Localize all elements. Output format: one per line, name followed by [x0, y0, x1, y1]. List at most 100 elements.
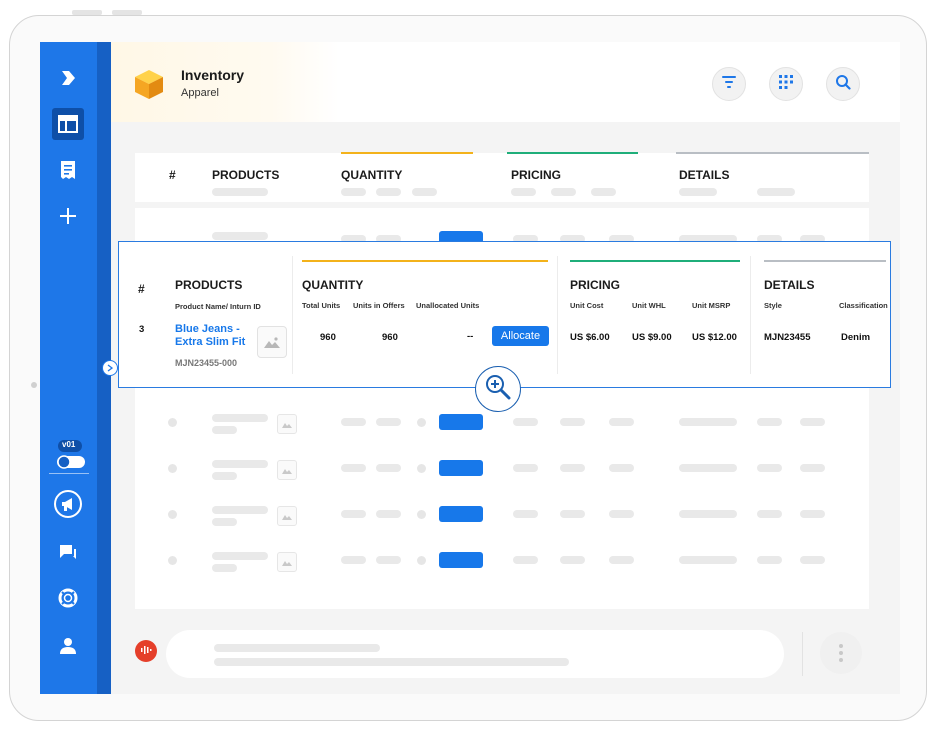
plus-icon[interactable]	[52, 200, 84, 232]
placeholder-bar	[212, 472, 237, 480]
row-dot	[168, 418, 177, 427]
placeholder-bar	[212, 460, 268, 468]
product-name-link-line2[interactable]: Extra Slim Fit	[175, 336, 245, 348]
placeholder-bar	[376, 188, 401, 196]
image-placeholder-icon	[277, 552, 297, 572]
placeholder-bar	[800, 464, 825, 472]
subheader-units-in-offers: Units in Offers	[353, 301, 405, 310]
column-header-index: #	[138, 282, 145, 296]
logo-icon[interactable]	[52, 62, 84, 94]
column-divider	[557, 256, 558, 374]
units-in-offers-value: 960	[382, 332, 398, 343]
row-dot	[168, 510, 177, 519]
placeholder-bar	[757, 188, 795, 196]
placeholder-bar	[800, 418, 825, 426]
placeholder-bar	[212, 518, 237, 526]
table-row[interactable]	[40, 506, 900, 536]
placeholder-bar	[212, 552, 268, 560]
placeholder-bar	[679, 188, 717, 196]
placeholder-bar	[560, 556, 585, 564]
details-accent	[764, 260, 886, 262]
chat-input[interactable]	[166, 630, 784, 678]
more-options-button[interactable]	[820, 632, 862, 674]
image-placeholder-icon	[277, 460, 297, 480]
search-icon	[835, 74, 851, 95]
row-dot	[168, 556, 177, 565]
placeholder-bar	[513, 556, 538, 564]
placeholder-bar	[609, 418, 634, 426]
device-button	[72, 10, 102, 15]
placeholder-bar	[757, 418, 782, 426]
quantity-accent	[302, 260, 548, 262]
column-header-quantity: QUANTITY	[302, 278, 364, 292]
classification-value: Denim	[841, 332, 871, 343]
unit-cost-value: US $6.00	[570, 332, 610, 343]
user-icon[interactable]	[52, 630, 84, 662]
table-gap	[135, 202, 869, 208]
table-row[interactable]	[40, 552, 900, 582]
allocate-placeholder[interactable]	[439, 506, 483, 522]
sidebar: v01	[40, 42, 111, 694]
voice-input-button[interactable]	[135, 640, 157, 662]
placeholder-bar	[214, 644, 380, 652]
placeholder-bar	[212, 426, 237, 434]
filter-button[interactable]	[712, 67, 746, 101]
subheader-style: Style	[764, 301, 782, 310]
chevron-right-icon	[107, 359, 114, 377]
unit-msrp-value: US $12.00	[692, 332, 737, 343]
column-divider	[750, 256, 751, 374]
subheader-unallocated-units: Unallocated Units	[416, 301, 480, 310]
placeholder-bar	[757, 464, 782, 472]
zoom-in-button[interactable]	[475, 366, 521, 412]
allocate-placeholder[interactable]	[439, 552, 483, 568]
subheader-classification: Classification	[839, 301, 888, 310]
row-dot	[168, 464, 177, 473]
expand-sidebar-button[interactable]	[102, 360, 118, 376]
grid-view-button[interactable]	[769, 67, 803, 101]
app-header: Inventory Apparel	[111, 42, 900, 122]
table-row[interactable]	[40, 414, 900, 444]
row-dot	[417, 510, 426, 519]
placeholder-bar	[212, 506, 268, 514]
subheader-unit-whl: Unit WHL	[632, 301, 666, 310]
placeholder-bar	[609, 464, 634, 472]
placeholder-bar	[560, 464, 585, 472]
placeholder-bar	[212, 564, 237, 572]
allocate-button[interactable]: Allocate	[492, 326, 549, 346]
placeholder-bar	[679, 464, 737, 472]
camera-dot	[31, 382, 37, 388]
zoomed-row-panel: # PRODUCTS QUANTITY PRICING DETAILS Prod…	[118, 241, 891, 388]
placeholder-bar	[412, 188, 437, 196]
column-divider	[292, 256, 293, 374]
column-header-details[interactable]: DETAILS	[679, 168, 729, 182]
row-index: 3	[139, 324, 145, 335]
allocate-placeholder[interactable]	[439, 460, 483, 476]
placeholder-bar	[513, 418, 538, 426]
search-button[interactable]	[826, 67, 860, 101]
column-header-pricing[interactable]: PRICING	[511, 168, 561, 182]
table-row[interactable]	[40, 460, 900, 490]
placeholder-bar	[609, 510, 634, 518]
placeholder-bar	[212, 414, 268, 422]
product-name-link[interactable]: Blue Jeans -	[175, 323, 240, 335]
placeholder-bar	[757, 510, 782, 518]
row-dot	[417, 464, 426, 473]
page-subtitle: Apparel	[181, 87, 219, 99]
column-header-quantity[interactable]: QUANTITY	[341, 168, 402, 182]
layout-icon[interactable]	[52, 108, 84, 140]
placeholder-bar	[679, 556, 737, 564]
receipt-icon[interactable]	[52, 154, 84, 186]
column-header-products[interactable]: PRODUCTS	[212, 168, 279, 182]
placeholder-bar	[376, 556, 401, 564]
row-dot	[417, 556, 426, 565]
placeholder-bar	[214, 658, 569, 666]
product-image-icon[interactable]	[257, 326, 287, 358]
page-title: Inventory	[181, 67, 245, 83]
subheader-unit-cost: Unit Cost	[570, 301, 604, 310]
allocate-placeholder[interactable]	[439, 414, 483, 430]
placeholder-bar	[513, 464, 538, 472]
placeholder-bar	[341, 510, 366, 518]
dot-icon	[839, 658, 843, 662]
lifebuoy-icon[interactable]	[52, 582, 84, 614]
pricing-accent	[507, 152, 638, 154]
